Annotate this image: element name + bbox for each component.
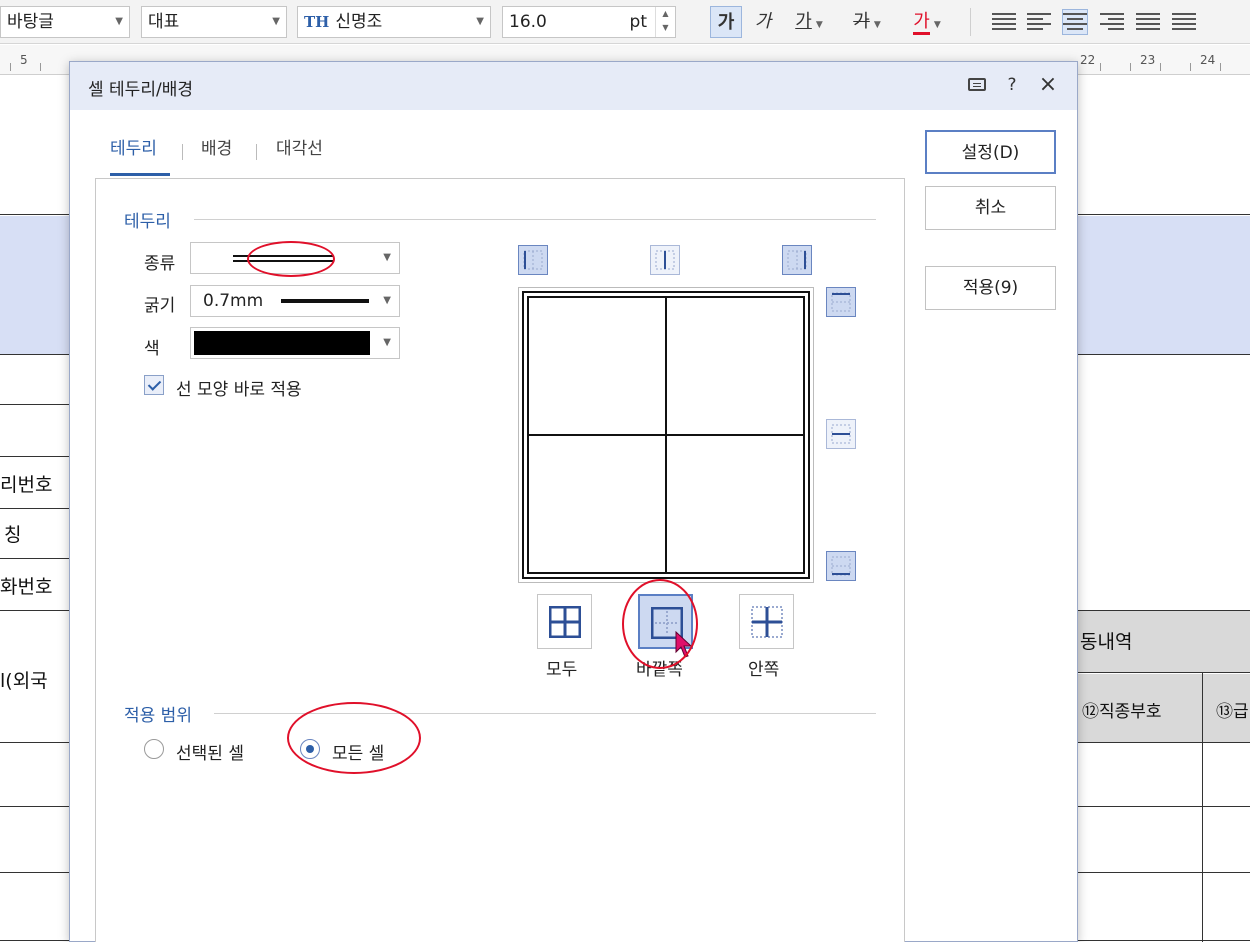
preset-all-label: 모두 <box>546 660 578 680</box>
doc-cell-text: l(외국 <box>0 670 48 692</box>
chevron-down-icon: ▼ <box>873 20 881 30</box>
style-combo[interactable]: 대표 ▼ <box>141 6 287 38</box>
border-preview-graphic <box>522 291 810 579</box>
strike-glyph: 가 <box>853 11 870 32</box>
italic-button[interactable]: 가 <box>750 6 776 38</box>
chevron-down-icon: ▼ <box>815 20 823 30</box>
tab-border[interactable]: 테두리 <box>110 132 170 176</box>
highlight-annotation <box>287 702 421 774</box>
doc-cell-text: 칭 <box>4 524 22 546</box>
doc-header-text: ⑬급 <box>1216 702 1249 722</box>
divide-icon[interactable] <box>1172 10 1196 34</box>
bottom-border-button[interactable] <box>826 551 856 581</box>
ruler-number: 23 <box>1140 53 1156 67</box>
doc-cell-text: 리번호 <box>0 474 53 496</box>
apply-shape-checkbox[interactable] <box>144 375 164 395</box>
font-size-unit: pt <box>629 12 647 32</box>
dialog-title: 셀 테두리/배경 <box>88 80 193 100</box>
color-swatch <box>194 331 370 355</box>
chevron-down-icon: ▼ <box>933 20 941 30</box>
font-size-spinner[interactable]: ▲ ▼ <box>655 7 675 37</box>
font-type-icon: TH <box>304 13 330 31</box>
inner-vertical-border-button[interactable] <box>650 245 680 275</box>
align-center-icon[interactable] <box>1062 9 1088 35</box>
doc-cell-text: 화번호 <box>0 576 53 598</box>
highlight-annotation <box>622 579 698 669</box>
preset-all-button[interactable] <box>537 594 592 649</box>
table-header-band <box>1078 216 1250 354</box>
distribute-icon[interactable] <box>1136 10 1160 34</box>
toolbar: 바탕글 ▼ 대표 ▼ TH 신명조 ▼ 16.0 pt ▲ ▼ 가 가 가 ▼ 가 ▼ … <box>0 0 1250 44</box>
chevron-down-icon: ▼ <box>272 16 280 27</box>
font-color-glyph: 가 <box>913 11 930 35</box>
align-justify-icon[interactable] <box>992 10 1016 34</box>
border-tab-panel: 테두리 종류 ▼ 굵기 0.7mm ▼ 색 ▼ 선 모양 바로 적용 모두 바깥… <box>95 178 905 942</box>
ruler-number: 24 <box>1200 53 1216 67</box>
align-left-icon[interactable] <box>1027 10 1051 34</box>
scope-selected-cells-label: 선택된 셀 <box>176 744 244 764</box>
strikethrough-button[interactable]: 가 ▼ <box>843 6 891 38</box>
hanja-font-value: 신명조 <box>335 12 383 32</box>
bold-button[interactable]: 가 <box>710 6 742 38</box>
color-label: 색 <box>144 339 160 359</box>
ruler-number: 22 <box>1080 53 1096 67</box>
font-name-combo[interactable]: 바탕글 ▼ <box>0 6 130 38</box>
thickness-combo[interactable]: 0.7mm ▼ <box>190 285 400 317</box>
tab-background[interactable]: 배경 <box>201 132 241 176</box>
cell-border-dialog: 셀 테두리/배경 ? × 테두리 배경 대각선 테두리 종류 ▼ 굵기 0.7m… <box>69 61 1078 942</box>
help-icon[interactable]: ? <box>1000 72 1024 98</box>
right-border-button[interactable] <box>782 245 812 275</box>
chevron-down-icon: ▼ <box>383 295 391 306</box>
thickness-preview <box>281 299 369 303</box>
left-border-button[interactable] <box>518 245 548 275</box>
border-section-label: 테두리 <box>124 212 171 232</box>
ruler-number: 5 <box>20 53 28 67</box>
toolbar-separator <box>970 8 971 36</box>
chevron-down-icon: ▼ <box>383 252 391 263</box>
border-preview[interactable] <box>518 287 814 583</box>
feedback-icon[interactable] <box>965 72 989 98</box>
apply-shape-label: 선 모양 바로 적용 <box>176 380 302 400</box>
font-size-field[interactable]: 16.0 pt ▲ ▼ <box>502 6 676 38</box>
preset-inside-button[interactable] <box>739 594 794 649</box>
align-right-icon[interactable] <box>1100 10 1124 34</box>
scope-section-label: 적용 범위 <box>124 706 192 726</box>
thickness-value: 0.7mm <box>203 291 264 311</box>
cancel-button[interactable]: 취소 <box>925 186 1056 230</box>
doc-header-text: ⑫직종부호 <box>1082 702 1162 722</box>
chevron-down-icon: ▼ <box>476 16 484 27</box>
style-value: 대표 <box>148 12 180 32</box>
chevron-down-icon: ▼ <box>115 16 123 27</box>
dialog-titlebar[interactable]: 셀 테두리/배경 ? × <box>70 62 1077 110</box>
scope-selected-cells-radio[interactable] <box>144 739 164 759</box>
close-icon[interactable]: × <box>1036 72 1060 98</box>
font-size-value: 16.0 <box>509 12 547 32</box>
grid-all-icon <box>549 606 581 638</box>
line-type-label: 종류 <box>144 254 176 274</box>
chevron-down-icon: ▼ <box>383 337 391 348</box>
underline-glyph: 가 <box>795 11 812 32</box>
highlight-annotation <box>247 241 335 277</box>
underline-button[interactable]: 가 ▼ <box>786 6 832 38</box>
doc-header-text: 동내역 <box>1080 631 1133 653</box>
color-combo[interactable]: ▼ <box>190 327 400 359</box>
font-color-button[interactable]: 가 ▼ <box>902 6 952 38</box>
top-border-button[interactable] <box>826 287 856 317</box>
apply-button[interactable]: 적용(9) <box>925 266 1056 310</box>
tab-diagonal[interactable]: 대각선 <box>276 132 336 176</box>
thickness-label: 굵기 <box>144 296 176 316</box>
font-name-value: 바탕글 <box>7 12 54 32</box>
table-header-band <box>0 216 70 354</box>
ok-button[interactable]: 설정(D) <box>925 130 1056 174</box>
preset-inside-label: 안쪽 <box>748 660 780 680</box>
inner-horizontal-border-button[interactable] <box>826 419 856 449</box>
hanja-font-combo[interactable]: TH 신명조 ▼ <box>297 6 491 38</box>
grid-inside-icon <box>751 606 783 638</box>
